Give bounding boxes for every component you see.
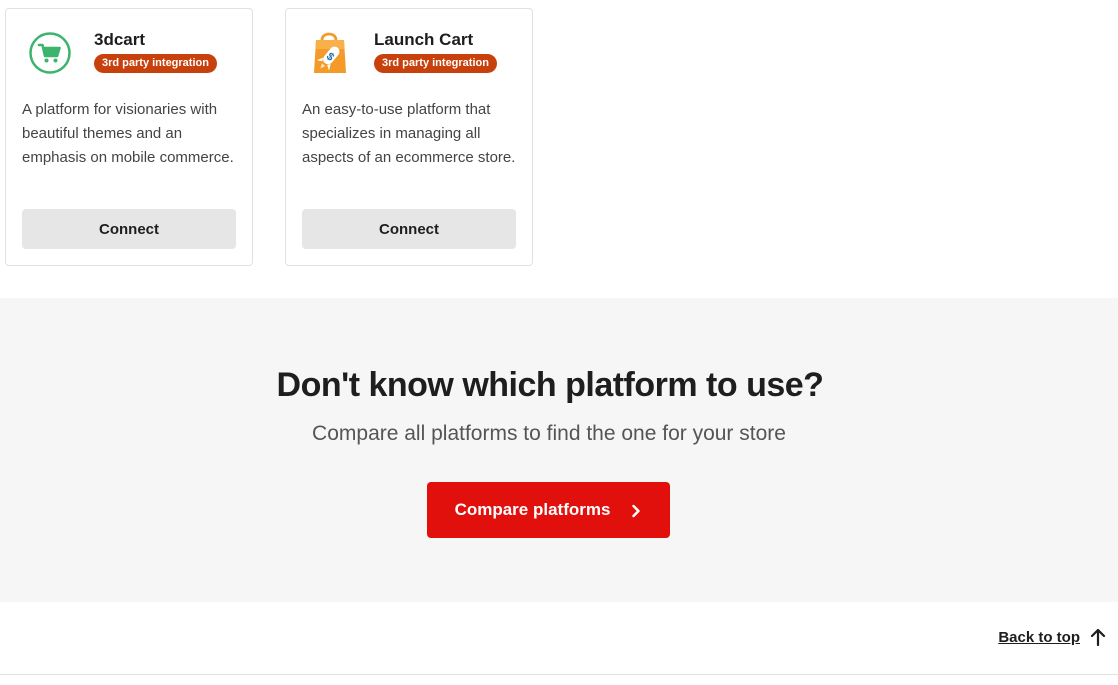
compare-subtitle: Compare all platforms to find the one fo… [312,422,786,445]
compare-button-label: Compare platforms [454,500,611,519]
compare-title: Don't know which platform to use? [276,366,824,404]
footer-divider [0,674,1118,675]
card-description: A platform for visionaries with beautifu… [22,101,234,166]
integration-badge: 3rd party integration [94,54,217,73]
compare-platforms-section: Don't know which platform to use? Compar… [0,298,1118,602]
compare-platforms-button[interactable]: Compare platforms [427,482,670,538]
card-title: 3dcart [94,30,146,49]
shopping-cart-icon [26,29,74,77]
platform-card-3dcart: 3dcart 3rd party integration A platform … [5,8,253,266]
chevron-right-icon [630,503,642,518]
back-to-top-label: Back to top [998,628,1080,646]
connect-button[interactable]: Connect [302,209,516,249]
integration-badge: 3rd party integration [374,54,497,73]
platform-card-launch-cart: $ Launch Cart 3rd party integration An e… [285,8,533,266]
shopping-bag-rocket-icon: $ [306,29,354,77]
card-description: An easy-to-use platform that specializes… [302,101,516,166]
back-to-top-link[interactable]: Back to top [998,628,1106,647]
connect-button[interactable]: Connect [22,209,236,249]
card-title: Launch Cart [374,30,474,49]
arrow-up-icon [1090,628,1106,647]
